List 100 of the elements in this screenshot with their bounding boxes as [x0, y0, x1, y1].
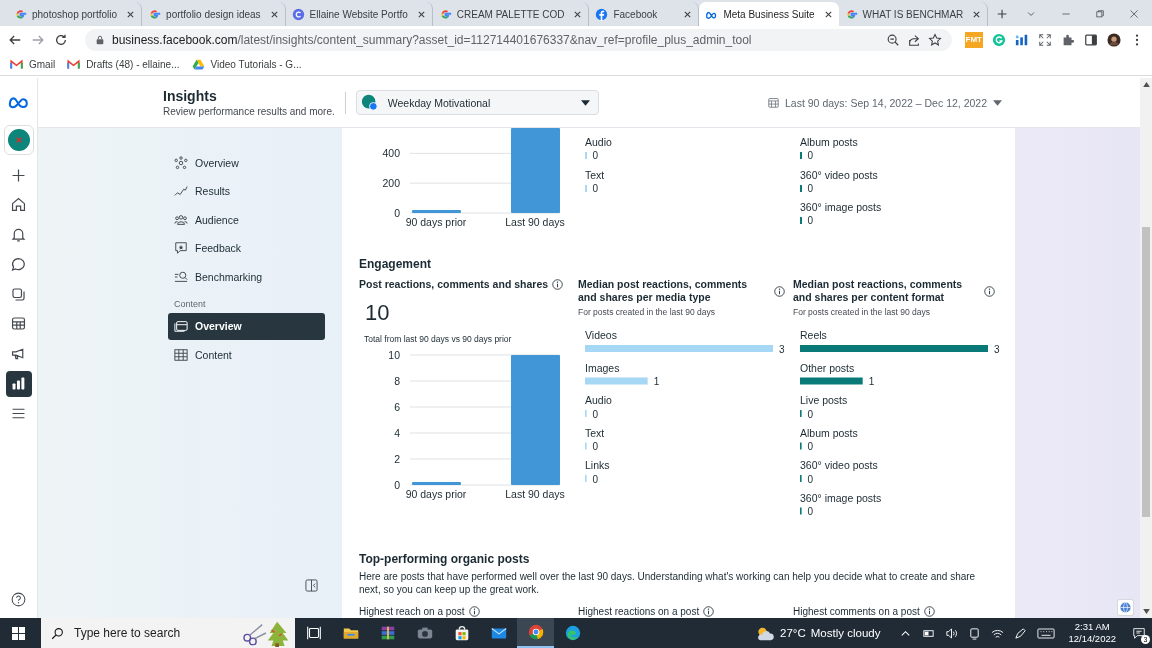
- lock-icon[interactable]: [95, 34, 105, 45]
- info-icon[interactable]: [774, 285, 785, 297]
- search-icon: [51, 626, 64, 640]
- google-icon: [438, 7, 452, 21]
- google-icon: [844, 7, 858, 21]
- metric-caption: For posts created in the last 90 days: [578, 307, 717, 317]
- page-subtitle: Review performance results and more.: [163, 106, 335, 117]
- info-icon[interactable]: [468, 606, 480, 617]
- close-icon[interactable]: [269, 9, 279, 19]
- info-icon[interactable]: [703, 606, 715, 617]
- circle-logo-icon: [291, 7, 305, 21]
- value-label: 0: [807, 408, 814, 420]
- star-icon[interactable]: [927, 32, 942, 47]
- nav-item[interactable]: Results: [168, 177, 325, 205]
- search-icon: [174, 269, 188, 284]
- section-title: Top-performing organic posts: [359, 552, 531, 566]
- column-title: Highest reactions on a post: [578, 605, 700, 618]
- nav-item[interactable]: Feedback: [168, 234, 325, 262]
- speaker-icon[interactable]: [945, 626, 959, 640]
- search-box[interactable]: Type here to search: [41, 618, 295, 648]
- close-icon[interactable]: [573, 9, 583, 19]
- value-label: 0: [807, 473, 814, 485]
- pen-icon[interactable]: [1014, 626, 1028, 640]
- scrollbar[interactable]: [1140, 78, 1152, 618]
- bar-tick: [800, 217, 802, 224]
- help-icon[interactable]: [10, 591, 27, 608]
- zoom-out-icon[interactable]: [885, 32, 900, 47]
- address-bar[interactable]: business.facebook.com/latest/insights/content_summary?asset_id=112714401676337&nav_ref=profile_plus_admin_tool: [85, 28, 952, 51]
- axis-tick-label: 400: [382, 147, 400, 160]
- search-field[interactable]: Type here to search: [72, 625, 233, 641]
- close-icon[interactable]: [823, 9, 833, 19]
- value-label: 1: [653, 376, 660, 387]
- scroll-up-icon[interactable]: [1142, 82, 1150, 87]
- device-icon[interactable]: [968, 626, 982, 640]
- info-icon[interactable]: [984, 285, 995, 297]
- clock[interactable]: 2:31 AM 12/14/2022: [1068, 621, 1116, 645]
- collapse-panel-icon[interactable]: [305, 579, 318, 592]
- restore-icon[interactable]: [1094, 8, 1105, 20]
- notification-icon[interactable]: [1132, 626, 1146, 640]
- chart-bars-icon[interactable]: [1015, 32, 1029, 47]
- value-label: 0: [592, 182, 599, 194]
- value-label: 1: [868, 376, 875, 387]
- info-icon[interactable]: [923, 606, 935, 617]
- nav-item[interactable]: Content: [168, 341, 325, 368]
- temperature[interactable]: 27°C: [780, 627, 806, 639]
- scroll-down-icon[interactable]: [1142, 609, 1150, 614]
- reload-icon[interactable]: [54, 32, 68, 47]
- envelope-m-icon: [67, 58, 81, 70]
- value-label: 0: [592, 441, 599, 452]
- share-icon[interactable]: [906, 32, 921, 47]
- bookmark[interactable]: Video Tutorials - G...: [191, 58, 302, 70]
- globe-icon[interactable]: [1117, 599, 1134, 616]
- google-icon: [14, 7, 27, 21]
- metric-caption: For posts created in the last 90 days: [793, 307, 932, 317]
- value-label: 0: [807, 441, 814, 452]
- axis-category-label: 90 days prior: [405, 216, 467, 228]
- close-icon[interactable]: [416, 9, 426, 19]
- category-label: Reels: [800, 329, 827, 341]
- sidebar-button[interactable]: [5, 370, 32, 397]
- axis-tick-label: 0: [394, 479, 400, 491]
- weather-text[interactable]: Mostly cloudy: [810, 627, 881, 639]
- axis-tick-label: 10: [388, 349, 400, 361]
- category-label: Links: [585, 459, 610, 471]
- puzzle-icon[interactable]: [1061, 32, 1075, 47]
- info-icon[interactable]: [552, 279, 564, 290]
- metric-value: 10: [365, 300, 391, 326]
- close-icon[interactable]: [683, 9, 693, 19]
- browser-tab[interactable]: Meta Business Suite: [699, 2, 839, 26]
- table-icon: [10, 315, 27, 333]
- plus-icon[interactable]: [997, 8, 1008, 20]
- profile-avatar[interactable]: [1107, 32, 1121, 47]
- nav-item[interactable]: Audience: [168, 206, 325, 233]
- scissors-tree-drawing: [241, 619, 289, 647]
- axis-category-label: 90 days prior: [405, 488, 467, 500]
- date-range-picker[interactable]: Last 90 days: Sep 14, 2022 – Dec 12, 2022: [768, 96, 1002, 109]
- metric-caption: Total from last 90 days vs 90 days prior: [364, 334, 513, 344]
- close-icon[interactable]: [126, 9, 136, 19]
- category-label: 360° video posts: [800, 167, 879, 182]
- nav-item[interactable]: Benchmarking: [168, 263, 325, 290]
- bookmark[interactable]: Drafts (48) - ellaine...: [67, 58, 180, 70]
- close-icon[interactable]: [972, 9, 982, 19]
- column-title: Highest reach on a post: [359, 605, 465, 618]
- nav-item[interactable]: Overview: [168, 312, 325, 340]
- page-avatar[interactable]: [3, 125, 34, 155]
- side-panel-icon[interactable]: [1084, 32, 1098, 47]
- axis-category-label: Last 90 days: [505, 488, 565, 500]
- page-title: Insights: [163, 88, 218, 104]
- metric-title: Median post reactions, comments and shares per content format: [793, 278, 964, 304]
- speech-bubble-icon: [174, 241, 188, 255]
- chrome-icon: [526, 623, 545, 641]
- category-label: Album posts: [800, 135, 859, 149]
- windows-logo-icon[interactable]: [12, 626, 25, 640]
- account-dropdown[interactable]: Weekday Motivational: [355, 90, 599, 115]
- expand-icon[interactable]: [1038, 32, 1052, 47]
- bookmark[interactable]: Gmail: [10, 58, 56, 70]
- metric-title: Post reactions, comments and shares: [359, 278, 549, 291]
- keyboard-icon[interactable]: [1037, 626, 1056, 640]
- nav-item[interactable]: Overview: [168, 149, 325, 176]
- infinity-logo-icon[interactable]: [7, 95, 30, 110]
- value-label: 3: [779, 343, 785, 355]
